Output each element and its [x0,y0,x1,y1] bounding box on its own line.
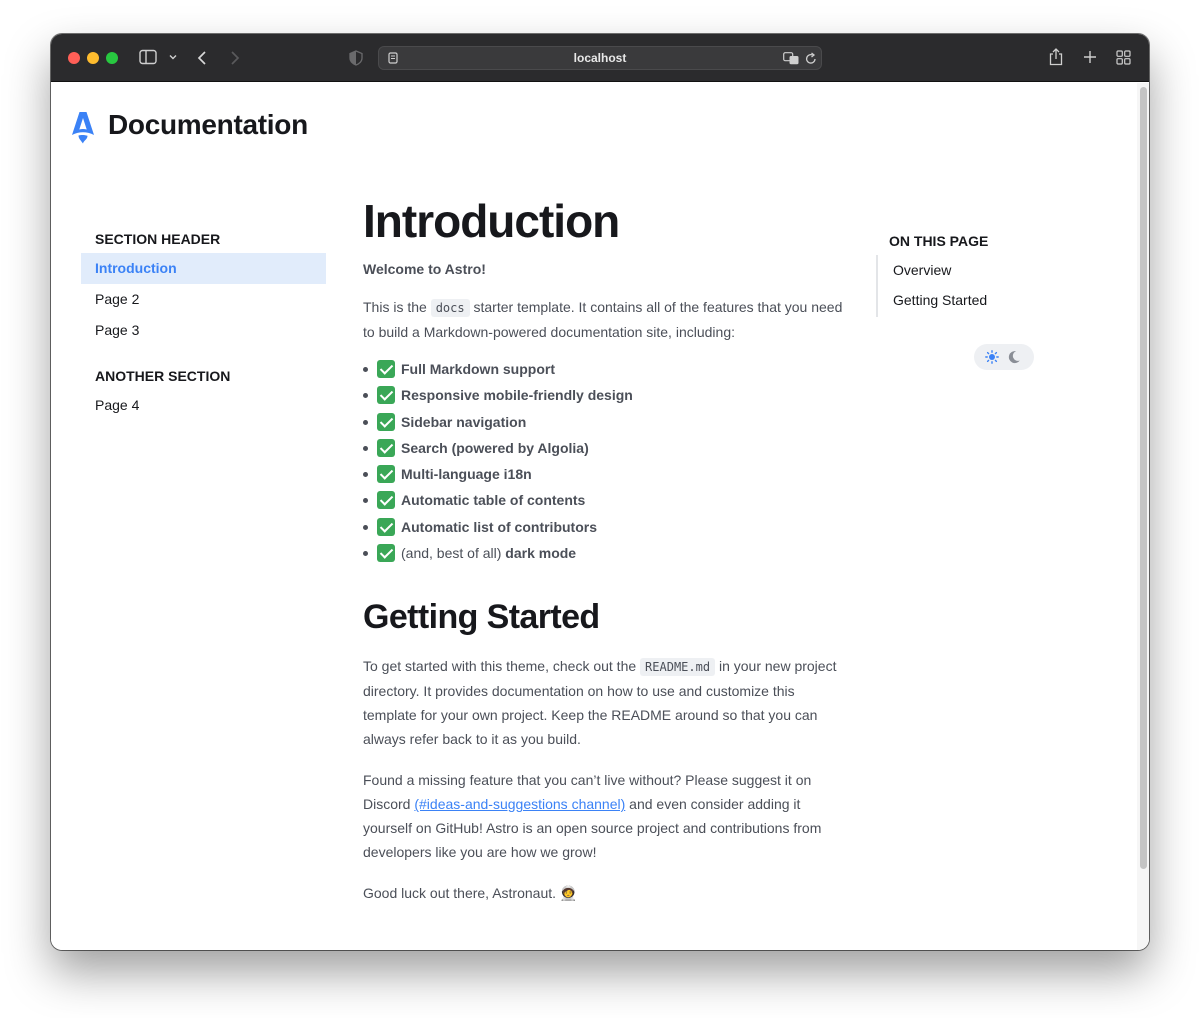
check-mark-icon [377,360,395,378]
list-item: Search (powered by Algolia) [363,435,843,461]
check-mark-icon [377,412,395,431]
page-content: Documentation SECTION HEADER Introductio… [51,83,1149,950]
minimize-window-button[interactable] [87,52,99,64]
zoom-window-button[interactable] [106,52,118,64]
theme-toggle[interactable] [974,344,1034,370]
list-item: Sidebar navigation [363,409,843,435]
feature-list: Full Markdown support Responsive mobile-… [363,356,843,566]
feedback-paragraph: Found a missing feature that you can’t l… [363,772,822,861]
tab-overview-icon[interactable] [1116,50,1131,65]
check-mark-icon [377,386,395,405]
sidebar-item-introduction[interactable]: Introduction [81,253,326,284]
check-mark-icon [377,465,395,484]
scrollbar-thumb[interactable] [1140,87,1147,869]
list-item: Multi-language i18n [363,461,843,487]
closing-paragraph: Good luck out there, Astronaut. 🧑‍🚀 [363,885,578,902]
section-heading-getting-started: Getting Started [363,598,600,637]
astro-logo-icon[interactable] [69,109,97,150]
scrollbar[interactable] [1137,83,1149,950]
check-mark-icon [377,438,395,457]
list-item: Responsive mobile-friendly design [363,382,843,408]
forward-icon[interactable] [230,50,240,66]
check-mark-icon [377,491,395,510]
back-icon[interactable] [197,50,207,66]
discord-channel-link[interactable]: (#ideas-and-suggestions channel) [414,796,625,812]
main-article: Introduction Welcome to Astro! This is t… [363,193,843,905]
table-of-contents: ON THIS PAGE Overview Getting Started [876,233,1049,317]
sidebar-toggle-icon[interactable] [139,49,157,65]
sidebar-section-header: ANOTHER SECTION [95,368,231,384]
address-bar[interactable]: localhost [378,46,822,70]
toc-title: ON THIS PAGE [889,233,989,249]
sidebar-nav: SECTION HEADER Introduction Page 2 Page … [81,231,326,421]
check-mark-icon [377,517,395,536]
browser-window: localhost Documentation SECTION HEADER I… [51,34,1149,950]
check-mark-icon [377,544,395,563]
new-tab-icon[interactable] [1083,50,1097,64]
reload-icon[interactable] [805,52,817,65]
close-window-button[interactable] [68,52,80,64]
browser-toolbar: localhost [51,34,1149,82]
page-title: Introduction [363,195,620,247]
list-item: Automatic list of contributors [363,514,843,540]
list-item: Automatic table of contents [363,487,843,513]
sidebar-item-page-4[interactable]: Page 4 [81,390,326,421]
url-text: localhost [573,51,627,65]
sidebar-item-page-3[interactable]: Page 3 [81,315,326,346]
share-icon[interactable] [1049,48,1063,66]
intro-paragraph: This is the docs starter template. It co… [363,299,843,340]
translate-icon[interactable] [783,52,799,65]
privacy-shield-icon[interactable] [349,50,363,66]
toc-item-getting-started[interactable]: Getting Started [893,287,1049,317]
sun-icon[interactable] [985,350,999,364]
chevron-down-icon[interactable] [169,54,177,60]
lead-text: Welcome to Astro! [363,261,486,277]
getting-started-paragraph: To get started with this theme, check ou… [363,658,837,748]
sidebar-section-header: SECTION HEADER [95,231,221,247]
sidebar-item-page-2[interactable]: Page 2 [81,284,326,315]
list-item: Full Markdown support [363,356,843,382]
site-title[interactable]: Documentation [108,109,308,141]
toc-item-overview[interactable]: Overview [893,257,1049,287]
list-item: (and, best of all) dark mode [363,540,843,566]
moon-icon[interactable] [1007,350,1021,364]
inline-code: README.md [640,658,716,677]
inline-code: docs [430,299,470,317]
